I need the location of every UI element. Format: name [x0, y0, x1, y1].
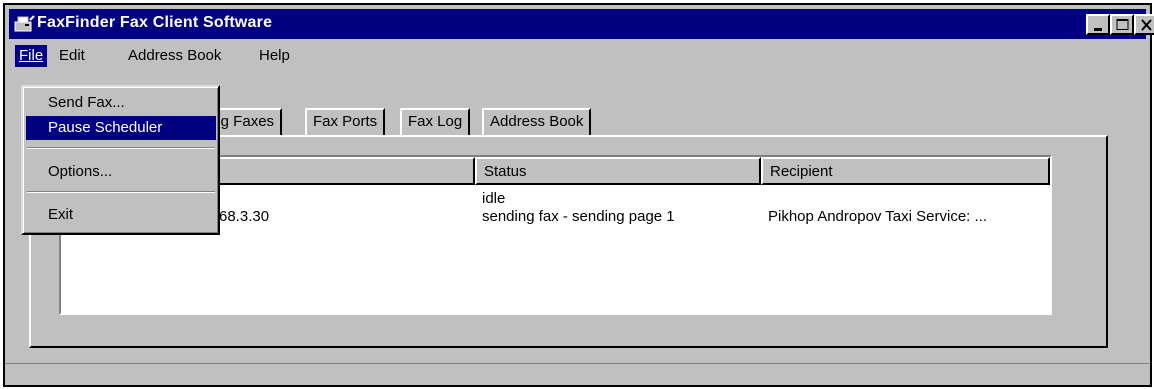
- tab-address-book[interactable]: Address Book: [482, 108, 592, 136]
- minimize-button[interactable]: [1086, 14, 1110, 35]
- menu-edit[interactable]: Edit: [55, 45, 89, 67]
- menu-help[interactable]: Help: [255, 45, 294, 67]
- tab-fax-log-label: Fax Log: [408, 113, 463, 130]
- tab-fax-ports-label: Fax Ports: [313, 113, 378, 130]
- row-port: 68.3.30: [219, 208, 270, 225]
- menu-item-send-fax-label: Send Fax...: [48, 94, 125, 111]
- menu-item-options-label: Options...: [48, 163, 113, 180]
- tab-fax-log[interactable]: Fax Log: [400, 108, 471, 136]
- tab-address-book-label: Address Book: [490, 113, 584, 130]
- column-header-recipient[interactable]: Recipient: [761, 157, 1050, 185]
- close-button[interactable]: [1134, 14, 1154, 35]
- menu-address-book[interactable]: Address Book: [124, 45, 225, 67]
- tab-fax-ports[interactable]: Fax Ports: [305, 108, 386, 136]
- menu-item-exit-label: Exit: [48, 206, 74, 223]
- menu-separator: [27, 147, 215, 149]
- menu-file[interactable]: File: [15, 45, 48, 67]
- menu-item-send-fax[interactable]: Send Fax...: [26, 91, 216, 115]
- menu-item-options[interactable]: Options...: [26, 160, 216, 184]
- window-title: FaxFinder Fax Client Software: [37, 14, 273, 31]
- row-status: sending fax - sending page 1: [482, 208, 675, 225]
- menu-item-pause-scheduler[interactable]: Pause Scheduler: [26, 116, 216, 140]
- minimize-icon: [1094, 28, 1102, 31]
- column-header-status[interactable]: Status: [475, 157, 761, 185]
- app-window: FaxFinder Fax Client Software File Edit …: [3, 3, 1154, 387]
- status-bar: [5, 363, 1150, 385]
- menu-item-pause-scheduler-label: Pause Scheduler: [48, 119, 163, 136]
- menu-item-exit[interactable]: Exit: [26, 203, 216, 227]
- file-menu-dropdown: Send Fax... Pause Scheduler Options... E…: [21, 85, 220, 235]
- title-bar[interactable]: FaxFinder Fax Client Software: [9, 9, 1154, 39]
- menu-separator: [27, 191, 215, 193]
- maximize-icon: [1116, 19, 1129, 30]
- close-icon: [1141, 19, 1152, 31]
- row-status: idle: [482, 190, 506, 207]
- maximize-button[interactable]: [1110, 14, 1134, 35]
- row-recipient: Pikhop Andropov Taxi Service: ...: [768, 208, 988, 225]
- fax-machine-icon: [13, 14, 35, 34]
- menu-bar: File Edit Address Book Help: [11, 43, 1144, 71]
